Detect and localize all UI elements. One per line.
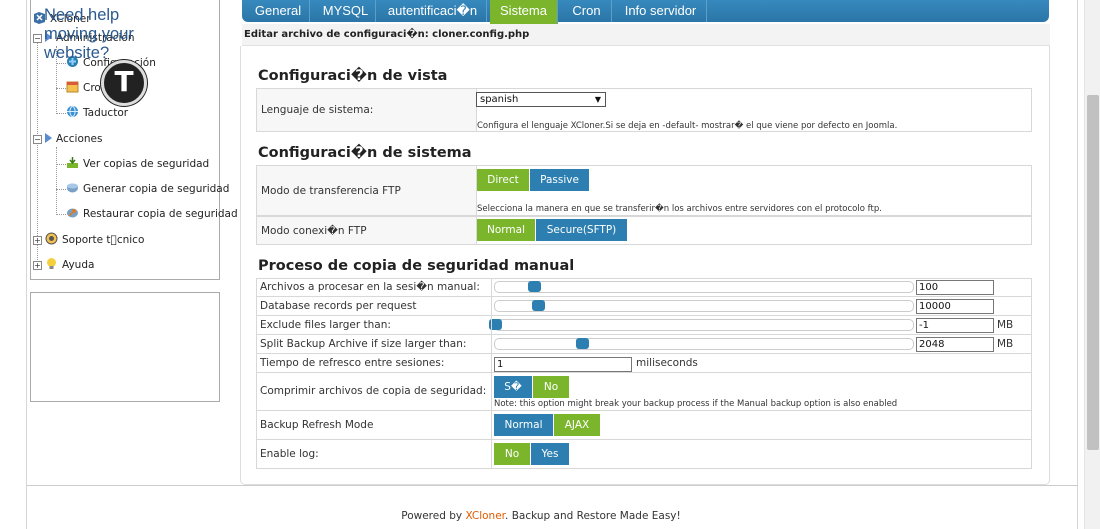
- ftp-normal-button[interactable]: Normal: [477, 219, 535, 241]
- sidebar-item-ayuda[interactable]: + Ayuda: [33, 256, 94, 274]
- row-enable-log: Enable log:: [256, 440, 1032, 469]
- ftp-passive-button[interactable]: Passive: [530, 169, 589, 191]
- tab-sistema[interactable]: Sistema: [490, 0, 558, 26]
- language-select-value: spanish: [480, 94, 519, 105]
- help-banner-text[interactable]: Need help moving your website?: [44, 6, 154, 63]
- help-logo[interactable]: T: [101, 60, 147, 106]
- ftp-transfer-label: Modo de transferencia FTP: [261, 185, 401, 197]
- sidebar-item-label: Soporte t cnico: [62, 234, 145, 246]
- sidebar-item-label: Acciones: [56, 133, 103, 145]
- slider-knob[interactable]: [532, 300, 545, 311]
- slider-knob[interactable]: [528, 281, 541, 292]
- split-archive-input[interactable]: 2048: [916, 337, 994, 352]
- sidebar-item-taductor[interactable]: Taductor: [66, 104, 128, 122]
- split-archive-slider[interactable]: [494, 338, 914, 350]
- collapse-icon[interactable]: −: [33, 34, 42, 43]
- dropdown-arrow-icon: ▼: [594, 95, 601, 104]
- expand-icon[interactable]: +: [33, 261, 42, 270]
- sidebar-item-restaurar-copia[interactable]: Restaurar copia de seguridad: [66, 205, 238, 223]
- footer-brand-link[interactable]: XCloner: [465, 510, 505, 522]
- ftp-direct-button[interactable]: Direct: [477, 169, 529, 191]
- lenguaje-label: Lenguaje de sistema:: [261, 104, 374, 116]
- support-icon: [45, 232, 58, 245]
- tree-branch: [56, 189, 66, 190]
- log-no-button[interactable]: No: [494, 443, 530, 465]
- sidebar-item-label: Ver copias de seguridad: [83, 158, 210, 170]
- tree-branch: [56, 164, 66, 165]
- ftp-sftp-button[interactable]: Secure(SFTP): [536, 219, 627, 241]
- slider-knob[interactable]: [576, 338, 589, 349]
- language-note: Configura el lenguaje XCloner.Si se deja…: [477, 121, 898, 131]
- scrollbar-thumb[interactable]: [1087, 95, 1099, 450]
- tab-autentificacion[interactable]: autentificaci�n: [379, 0, 487, 22]
- tree-branch: [56, 63, 66, 64]
- tree-branch: [56, 88, 66, 89]
- generate-icon: [66, 181, 79, 194]
- row-refresh-mode: Backup Refresh Mode: [256, 411, 1032, 440]
- archivos-sesion-input[interactable]: 100: [916, 280, 994, 295]
- refresh-mode-label: Backup Refresh Mode: [260, 419, 374, 431]
- archivos-sesion-slider[interactable]: [494, 281, 914, 293]
- split-archive-unit: MB: [997, 338, 1014, 350]
- collapse-icon[interactable]: −: [33, 135, 42, 144]
- exclude-files-label: Exclude files larger than:: [260, 319, 391, 331]
- bulb-icon: [45, 257, 58, 270]
- split-archive-label: Split Backup Archive if size larger than…: [260, 338, 467, 350]
- sidebar-item-label: Ayuda: [62, 259, 95, 271]
- calendar-icon: [66, 80, 79, 93]
- folder-arrow-icon: [45, 133, 52, 143]
- compress-note: Note: this option might break your backu…: [494, 399, 898, 409]
- column-divider: [491, 278, 492, 469]
- compress-label: Comprimir archivos de copia de seguridad…: [260, 385, 487, 397]
- tab-cron[interactable]: Cron: [562, 0, 612, 22]
- scrollbar[interactable]: [1084, 0, 1100, 529]
- archivos-sesion-label: Archivos a procesar en la sesi�n manual:: [260, 281, 480, 293]
- globe-icon: [66, 105, 79, 118]
- row-ftp-connection: Modo conexi�n FTP: [256, 216, 1032, 245]
- view-icon: [66, 156, 79, 169]
- sidebar-item-generar-copia[interactable]: Generar copia de seguridad: [66, 180, 229, 198]
- footer: Powered by XCloner. Backup and Restore M…: [0, 510, 1082, 522]
- language-select[interactable]: spanish ▼: [476, 92, 606, 107]
- tab-mysql[interactable]: MYSQL: [316, 0, 376, 22]
- help-banner[interactable]: [30, 292, 220, 402]
- db-records-slider[interactable]: [494, 300, 914, 312]
- compress-no-button[interactable]: No: [533, 376, 569, 398]
- enable-log-label: Enable log:: [260, 448, 319, 460]
- tab-info-servidor[interactable]: Info servidor: [615, 0, 707, 22]
- sidebar-item-acciones[interactable]: − Acciones: [33, 130, 102, 148]
- exclude-files-input[interactable]: -1: [916, 318, 994, 333]
- db-records-label: Database records per request: [260, 300, 417, 312]
- section-title-vista: Configuraci�n de vista: [258, 68, 448, 84]
- refresh-time-input[interactable]: 1: [494, 357, 632, 372]
- footer-suffix: . Backup and Restore Made Easy!: [505, 510, 681, 522]
- db-records-input[interactable]: 10000: [916, 299, 994, 314]
- compress-yes-button[interactable]: S�: [494, 376, 532, 398]
- tree-branch: [56, 113, 66, 114]
- log-yes-button[interactable]: Yes: [531, 443, 569, 465]
- config-file-header: Editar archivo de configuraci�n: cloner.…: [242, 24, 1050, 46]
- sidebar-item-ver-copias[interactable]: Ver copias de seguridad: [66, 155, 209, 173]
- exclude-files-slider[interactable]: [489, 319, 914, 331]
- section-title-sistema: Configuraci�n de sistema: [258, 145, 472, 161]
- sidebar-item-soporte-tecnico[interactable]: + Soporte t cnico: [33, 231, 144, 249]
- refresh-time-unit: miliseconds: [636, 357, 698, 369]
- sidebar-item-label: Generar copia de seguridad: [83, 183, 230, 195]
- tab-general[interactable]: General: [247, 0, 310, 22]
- expand-icon[interactable]: +: [33, 236, 42, 245]
- restore-icon: [66, 206, 79, 219]
- refresh-time-label: Tiempo de refresco entre sesiones:: [260, 357, 445, 369]
- sidebar-item-label: Restaurar copia de seguridad: [83, 208, 238, 220]
- tree-branch: [56, 214, 66, 215]
- section-title-manual: Proceso de copia de seguridad manual: [258, 258, 575, 274]
- ftp-connection-label: Modo conexi�n FTP: [261, 225, 367, 237]
- footer-prefix: Powered by: [401, 510, 466, 522]
- footer-divider: [27, 485, 1078, 486]
- tree-guide: [56, 147, 57, 215]
- sidebar-item-label: Taductor: [83, 107, 129, 119]
- exclude-files-unit: MB: [997, 319, 1014, 331]
- refresh-mode-ajax-button[interactable]: AJAX: [554, 414, 600, 436]
- refresh-mode-normal-button[interactable]: Normal: [494, 414, 553, 436]
- ftp-transfer-note: Selecciona la manera en que se transferi…: [477, 204, 882, 214]
